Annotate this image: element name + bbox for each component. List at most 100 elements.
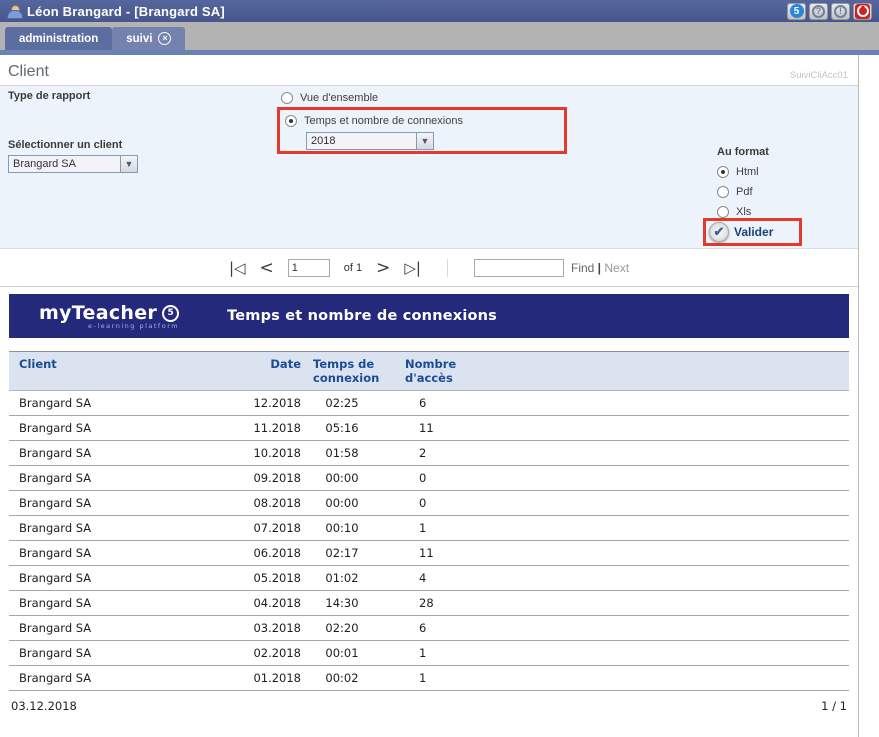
table-cell: 07.2018 xyxy=(231,516,303,541)
table-cell: 06.2018 xyxy=(231,541,303,566)
table-cell: 08.2018 xyxy=(231,491,303,516)
table-row: Brangard SA01.201800:021 xyxy=(9,666,849,691)
table-cell: Brangard SA xyxy=(9,516,231,541)
table-cell: 00:01 xyxy=(303,641,395,666)
page-number-input[interactable] xyxy=(288,259,330,277)
highlight-box-report-type: Temps et nombre de connexions 2018 ▼ xyxy=(277,107,567,154)
table-cell: 1 xyxy=(395,666,481,691)
radio-icon[interactable] xyxy=(717,186,729,198)
table-cell: 05.2018 xyxy=(231,566,303,591)
prev-page-button[interactable]: < xyxy=(260,258,274,278)
table-cell: 00:02 xyxy=(303,666,395,691)
table-cell: Brangard SA xyxy=(9,666,231,691)
table-cell: 05:16 xyxy=(303,416,395,441)
col-header-nombre: Nombre d'accès xyxy=(395,352,481,391)
info-button[interactable]: ! xyxy=(831,3,850,20)
notification-badge-button[interactable]: 5 xyxy=(787,3,806,20)
table-cell: 1 xyxy=(395,641,481,666)
table-cell: Brangard SA xyxy=(9,416,231,441)
table-cell: 2 xyxy=(395,441,481,466)
table-row: Brangard SA06.201802:1711 xyxy=(9,541,849,566)
radio-icon[interactable] xyxy=(717,206,729,218)
last-page-button[interactable]: ▷| xyxy=(404,259,421,277)
client-select[interactable]: Brangard SA ▼ xyxy=(8,155,138,173)
window-titlebar: Léon Brangard - [Brangard SA] 5 ? ! xyxy=(0,0,879,22)
table-cell: 11.2018 xyxy=(231,416,303,441)
table-cell: 11 xyxy=(395,541,481,566)
col-header-temps: Temps de connexion xyxy=(303,352,395,391)
radio-icon[interactable] xyxy=(717,166,729,178)
report-type-label: Type de rapport xyxy=(8,90,90,102)
chevron-down-icon[interactable]: ▼ xyxy=(120,156,137,172)
report-footer-page: 1 / 1 xyxy=(821,699,847,713)
close-tab-icon[interactable]: × xyxy=(158,32,171,45)
tab-suivi-label: suivi xyxy=(126,33,152,45)
first-page-button[interactable]: |◁ xyxy=(229,259,246,277)
table-cell: 28 xyxy=(395,591,481,616)
find-input[interactable] xyxy=(474,259,564,277)
next-result-link[interactable]: Next xyxy=(604,261,629,275)
radio-format-pdf[interactable]: Pdf xyxy=(717,186,769,198)
year-select[interactable]: 2018 ▼ xyxy=(306,132,434,150)
table-cell: 00:10 xyxy=(303,516,395,541)
table-cell: 02.2018 xyxy=(231,641,303,666)
table-cell: 09.2018 xyxy=(231,466,303,491)
report-table-body: Brangard SA12.201802:256Brangard SA11.20… xyxy=(9,391,849,691)
radio-format-html[interactable]: Html xyxy=(717,166,769,178)
table-row: Brangard SA04.201814:3028 xyxy=(9,591,849,616)
radio-temps-connexions[interactable]: Temps et nombre de connexions xyxy=(285,115,564,127)
help-button[interactable]: ? xyxy=(809,3,828,20)
table-cell: 01.2018 xyxy=(231,666,303,691)
table-row: Brangard SA08.201800:000 xyxy=(9,491,849,516)
logo-subtitle: e-learning platform xyxy=(88,322,179,330)
format-label: Au format xyxy=(717,146,769,158)
radio-format-html-label: Html xyxy=(736,166,759,178)
find-next-separator: | xyxy=(598,261,601,275)
user-avatar-icon xyxy=(7,4,21,19)
tab-administration[interactable]: administration xyxy=(5,27,112,50)
power-icon xyxy=(855,4,870,19)
table-cell: Brangard SA xyxy=(9,641,231,666)
report-header: myTeacher 5 e-learning platform Temps et… xyxy=(9,294,849,338)
radio-vue-ensemble-label: Vue d'ensemble xyxy=(300,92,378,104)
report-footer-date: 03.12.2018 xyxy=(11,699,77,713)
valider-button[interactable]: ✔ Valider xyxy=(703,218,802,246)
table-cell: Brangard SA xyxy=(9,566,231,591)
table-row: Brangard SA11.201805:1611 xyxy=(9,416,849,441)
table-cell: 01:58 xyxy=(303,441,395,466)
logo-badge-icon: 5 xyxy=(162,305,179,322)
report-form: Type de rapport Vue d'ensemble Temps et … xyxy=(0,86,858,249)
radio-vue-ensemble[interactable]: Vue d'ensemble xyxy=(281,92,378,104)
page-count-label: of 1 xyxy=(344,262,362,274)
radio-temps-connexions-label: Temps et nombre de connexions xyxy=(304,115,463,127)
table-cell: 4 xyxy=(395,566,481,591)
col-header-date: Date xyxy=(231,352,303,391)
next-page-button[interactable]: > xyxy=(376,258,390,278)
valider-button-label: Valider xyxy=(734,225,773,239)
tab-bar: administration suivi × xyxy=(0,22,879,50)
report-table: Client Date Temps de connexion Nombre d'… xyxy=(9,351,849,691)
radio-icon[interactable] xyxy=(285,115,297,127)
table-row: Brangard SA03.201802:206 xyxy=(9,616,849,641)
page-code: SuiviCliAcc01 xyxy=(790,70,848,81)
info-icon: ! xyxy=(834,5,847,18)
table-row: Brangard SA07.201800:101 xyxy=(9,516,849,541)
report-viewer: myTeacher 5 e-learning platform Temps et… xyxy=(9,294,849,713)
radio-icon[interactable] xyxy=(281,92,293,104)
find-link[interactable]: Find xyxy=(571,261,594,275)
page-title: Client xyxy=(8,63,49,81)
table-cell: 00:00 xyxy=(303,491,395,516)
table-cell: Brangard SA xyxy=(9,541,231,566)
table-cell: 02:25 xyxy=(303,391,395,416)
table-row: Brangard SA05.201801:024 xyxy=(9,566,849,591)
chevron-down-icon[interactable]: ▼ xyxy=(416,133,433,149)
main-content: Client SuiviCliAcc01 Type de rapport Vue… xyxy=(0,55,859,737)
table-cell: Brangard SA xyxy=(9,391,231,416)
tab-suivi[interactable]: suivi × xyxy=(112,27,185,50)
table-cell: Brangard SA xyxy=(9,591,231,616)
radio-format-xls[interactable]: Xls xyxy=(717,206,769,218)
logout-button[interactable] xyxy=(853,3,872,20)
table-cell: 04.2018 xyxy=(231,591,303,616)
table-cell: Brangard SA xyxy=(9,616,231,641)
table-cell: 01:02 xyxy=(303,566,395,591)
